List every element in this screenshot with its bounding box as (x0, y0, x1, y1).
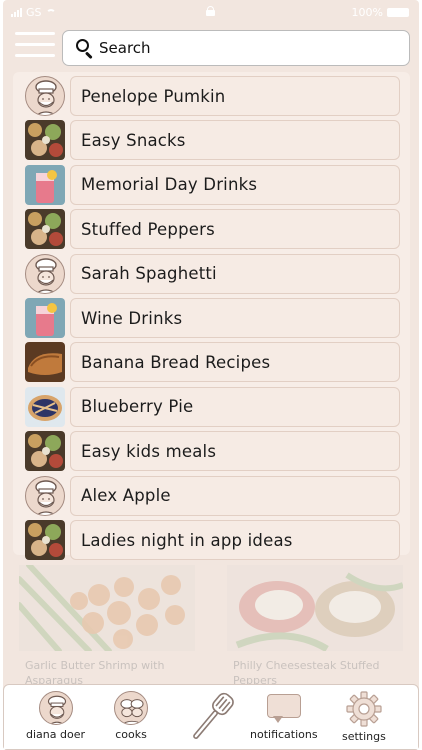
notifications-icon (266, 694, 301, 723)
search-icon (75, 38, 95, 60)
recipe-card[interactable]: Philly Cheesesteak Stuffed Peppers (227, 565, 405, 687)
list-item-label[interactable]: Easy kids meals (70, 431, 400, 472)
shrimp-asparagus-image (16, 562, 195, 654)
list-thumbnail (25, 520, 65, 560)
list-item-label[interactable]: Memorial Day Drinks (70, 164, 400, 205)
stuffed-peppers-image (227, 565, 405, 653)
list-item[interactable]: Wine Drinks (25, 298, 401, 338)
settings-gear-icon (346, 691, 382, 727)
nav-profile[interactable]: diana doer (26, 691, 85, 741)
chef-avatar-icon (25, 253, 65, 294)
list-item[interactable]: Alex Apple (25, 475, 401, 516)
battery-icon (387, 8, 409, 17)
list-item[interactable]: Banana Bread Recipes (25, 342, 401, 383)
signal-icon (11, 8, 22, 17)
spatula-icon (193, 692, 234, 739)
status-bar: GS 100% (3, 0, 419, 26)
chef-avatar-icon (25, 475, 65, 516)
list-item-label[interactable]: Blueberry Pie (70, 386, 400, 427)
list-item-label[interactable]: Ladies night in app ideas (70, 520, 400, 560)
list-thumbnail (25, 386, 65, 427)
nav-notifications-label: notifications (250, 728, 318, 741)
list-item[interactable]: Penelope Pumkin (25, 76, 401, 116)
recipe-card[interactable]: Garlic Butter Shrimp with Asparagus (16, 562, 195, 687)
nav-settings[interactable]: settings (342, 691, 386, 743)
list-thumbnail (25, 209, 65, 250)
list-item[interactable]: Stuffed Peppers (25, 209, 401, 250)
hamburger-menu-button[interactable] (15, 32, 55, 64)
profile-avatar-icon (38, 691, 73, 725)
battery-percent: 100% (351, 6, 383, 19)
list-item[interactable]: Blueberry Pie (25, 386, 401, 427)
list-item[interactable]: Easy kids meals (25, 431, 401, 472)
search-input[interactable] (99, 33, 379, 63)
nav-cooks-label: cooks (115, 728, 147, 741)
list-item-label[interactable]: Easy Snacks (70, 120, 400, 161)
recipe-list: Penelope Pumkin Easy Snacks Memorial Day D… (13, 72, 410, 560)
list-thumbnail (25, 342, 65, 383)
wifi-icon (45, 8, 56, 17)
cooks-icon (114, 691, 148, 725)
chef-avatar-icon (25, 76, 65, 116)
nav-spatula[interactable] (184, 689, 240, 745)
list-item-label[interactable]: Alex Apple (70, 475, 400, 516)
list-item-label[interactable]: Stuffed Peppers (70, 209, 400, 250)
list-item-label[interactable]: Sarah Spaghetti (70, 253, 400, 294)
list-item-label[interactable]: Wine Drinks (70, 298, 400, 338)
list-thumbnail (25, 431, 65, 472)
list-item[interactable]: Easy Snacks (25, 120, 401, 161)
list-thumbnail (25, 298, 65, 338)
lock-icon (206, 6, 215, 16)
list-item[interactable]: Sarah Spaghetti (25, 253, 401, 294)
list-item[interactable]: Ladies night in app ideas (25, 520, 401, 560)
list-item[interactable]: Memorial Day Drinks (25, 164, 401, 205)
bottom-navigation: diana doer cooks notifications settings (3, 684, 419, 750)
nav-profile-label: diana doer (26, 728, 85, 741)
app-screen: GS 100% Penelope PumkinEasy SnacksMemori… (3, 0, 419, 750)
nav-settings-label: settings (342, 730, 386, 743)
list-thumbnail (25, 164, 65, 205)
nav-cooks[interactable]: cooks (114, 691, 148, 741)
search-bar[interactable] (62, 30, 410, 66)
nav-notifications[interactable]: notifications (250, 691, 318, 741)
list-thumbnail (25, 120, 65, 161)
carrier-label: GS (26, 6, 42, 19)
list-item-label[interactable]: Penelope Pumkin (70, 76, 400, 116)
list-item-label[interactable]: Banana Bread Recipes (70, 342, 400, 383)
